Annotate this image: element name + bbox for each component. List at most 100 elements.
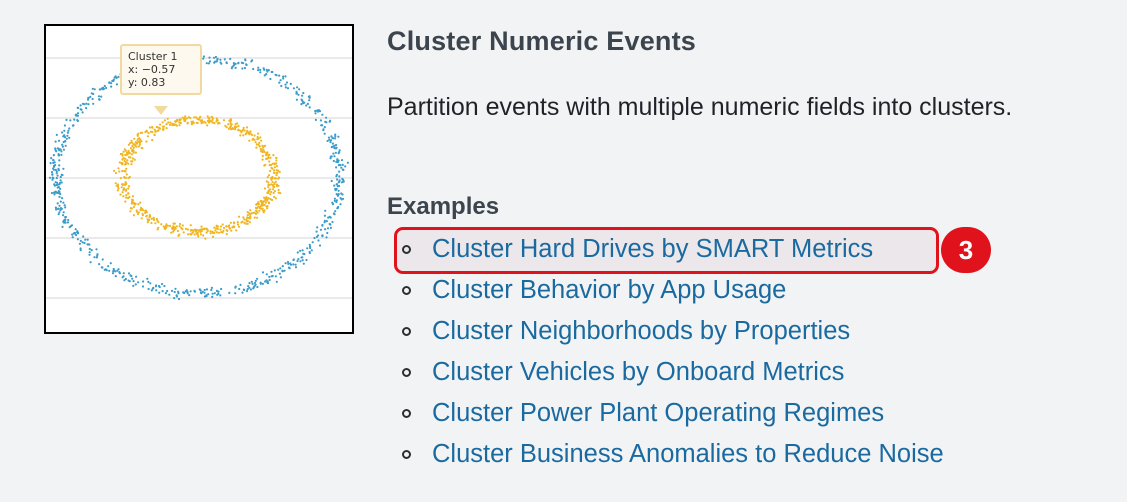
cluster-inner-point <box>263 144 266 148</box>
cluster-inner-point <box>244 133 247 136</box>
cluster-outer-point <box>90 92 93 95</box>
cluster-outer-point <box>58 204 61 207</box>
cluster-inner-point <box>197 229 200 232</box>
cluster-outer-point <box>225 62 228 65</box>
cluster-inner-point <box>165 127 168 130</box>
cluster-inner-point <box>275 156 278 159</box>
tooltip-series: Cluster 1 <box>128 50 178 63</box>
cluster-outer-point <box>335 146 338 149</box>
cluster-outer-point <box>89 261 92 264</box>
cluster-inner-point <box>170 231 173 234</box>
example-link-app-usage[interactable]: Cluster Behavior by App Usage <box>432 276 786 305</box>
cluster-inner-point <box>258 145 261 148</box>
cluster-outer-point <box>161 290 164 293</box>
cluster-inner-point <box>236 223 240 226</box>
cluster-inner-point <box>246 222 249 225</box>
cluster-outer-point <box>54 168 57 171</box>
cluster-outer-point <box>220 287 223 291</box>
cluster-inner-point <box>155 217 158 221</box>
cluster-outer-point <box>76 119 79 123</box>
cluster-outer-point <box>62 211 65 214</box>
cluster-outer-point <box>114 270 117 273</box>
cluster-outer-point <box>108 269 111 272</box>
example-link-business-anomalies[interactable]: Cluster Business Anomalies to Reduce Noi… <box>432 440 944 469</box>
cluster-outer-point <box>336 194 339 197</box>
cluster-outer-point <box>341 163 344 166</box>
example-link-hard-drives[interactable]: Cluster Hard Drives by SMART Metrics <box>432 235 873 264</box>
cluster-outer-point <box>302 262 305 265</box>
cluster-inner-point <box>273 163 276 166</box>
cluster-outer-point <box>50 171 54 174</box>
cluster-inner-point <box>137 132 140 135</box>
cluster-outer-point <box>64 218 67 221</box>
cluster-outer-point <box>309 246 312 250</box>
cluster-outer-point <box>229 57 232 61</box>
cluster-inner-point <box>178 222 182 226</box>
cluster-outer-point <box>168 293 171 296</box>
cluster-outer-point <box>250 280 253 283</box>
cluster-inner-point <box>137 211 140 214</box>
cluster-inner-point <box>236 122 239 125</box>
page-title: Cluster Numeric Events <box>387 26 697 56</box>
cluster-inner-point <box>178 121 181 124</box>
cluster-outer-point <box>279 267 282 270</box>
cluster-outer-point <box>93 88 96 91</box>
cluster-outer-point <box>288 267 291 270</box>
cluster-inner-point <box>265 180 268 183</box>
cluster-outer-point <box>334 133 337 136</box>
cluster-inner-point <box>260 139 263 142</box>
cluster-outer-point <box>60 181 63 184</box>
cluster-inner-point <box>177 234 180 237</box>
cluster-inner-point <box>263 196 266 199</box>
cluster-outer-point <box>244 58 247 61</box>
cluster-outer-point <box>337 181 340 184</box>
cluster-inner-point <box>237 124 240 127</box>
cluster-outer-point <box>174 287 177 290</box>
cluster-outer-point <box>64 215 67 219</box>
cluster-scatter-thumbnail[interactable]: Cluster 1 x: −0.57 y: 0.83 <box>44 24 354 334</box>
cluster-outer-point <box>110 82 113 85</box>
cluster-outer-point <box>336 178 339 181</box>
cluster-outer-point <box>310 249 313 252</box>
cluster-inner-point <box>274 197 277 200</box>
cluster-outer-point <box>210 286 213 289</box>
cluster-outer-point <box>278 272 281 275</box>
cluster-outer-point <box>67 218 70 222</box>
cluster-outer-point <box>117 268 120 271</box>
cluster-inner-point <box>236 221 239 224</box>
cluster-outer-point <box>274 275 277 278</box>
cluster-inner-point <box>121 154 124 157</box>
cluster-inner-point <box>157 221 160 224</box>
bullet-icon <box>402 450 411 459</box>
cluster-inner-point <box>206 119 209 123</box>
cluster-inner-point <box>184 227 188 230</box>
cluster-outer-point <box>329 155 332 158</box>
cluster-inner-point <box>125 182 128 185</box>
cluster-outer-point <box>241 67 244 70</box>
example-link-vehicles[interactable]: Cluster Vehicles by Onboard Metrics <box>432 358 844 387</box>
cluster-inner-point <box>227 123 230 126</box>
cluster-outer-point <box>261 271 265 274</box>
cluster-outer-point <box>56 202 59 205</box>
cluster-outer-point <box>70 224 74 227</box>
example-link-neighborhoods[interactable]: Cluster Neighborhoods by Properties <box>432 317 850 346</box>
cluster-inner-point <box>200 228 203 231</box>
cluster-outer-point <box>142 280 145 283</box>
cluster-outer-point <box>110 85 113 88</box>
example-link-power-plant[interactable]: Cluster Power Plant Operating Regimes <box>432 399 884 428</box>
cluster-outer-point <box>256 285 259 289</box>
cluster-outer-point <box>135 275 138 278</box>
cluster-inner-point <box>263 187 266 190</box>
cluster-inner-point <box>130 153 133 156</box>
cluster-outer-point <box>330 135 333 138</box>
cluster-inner-point <box>245 220 248 223</box>
cluster-outer-point <box>147 287 150 291</box>
cluster-outer-point <box>323 126 326 129</box>
cluster-outer-point <box>91 87 94 90</box>
cluster-outer-point <box>57 213 60 216</box>
cluster-inner-point <box>137 145 140 148</box>
cluster-outer-point <box>231 65 234 69</box>
cluster-inner-point <box>259 136 262 139</box>
cluster-inner-point <box>195 232 198 235</box>
cluster-inner-point <box>127 185 131 188</box>
